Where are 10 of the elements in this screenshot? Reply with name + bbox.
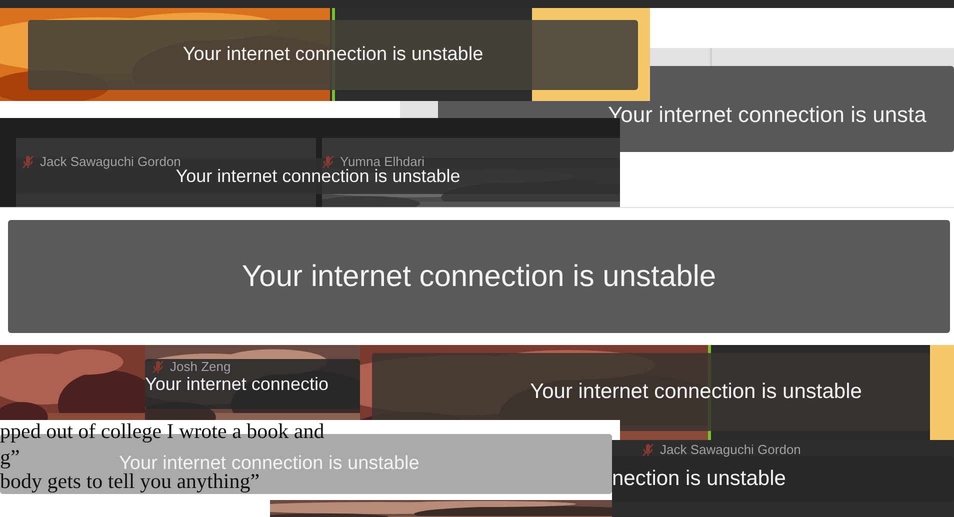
participant-name: Jack Sawaguchi Gordon: [660, 441, 801, 459]
notification-banner: Your internet connection is unstable: [28, 20, 638, 90]
notification-banner: Your internet connection is unstable: [8, 220, 950, 333]
notification-banner: nection is unstable: [612, 456, 954, 502]
article-text: g”: [0, 446, 20, 470]
participant-name: Yumna Elhdari: [340, 153, 425, 169]
article-text: pped out of college I wrote a book and: [0, 420, 324, 444]
notification-banner: Your internet connection is unstable: [372, 353, 930, 431]
participant-name: Jack Sawaguchi Gordon: [40, 153, 181, 170]
article-text: body gets to tell you anything”: [0, 470, 260, 494]
